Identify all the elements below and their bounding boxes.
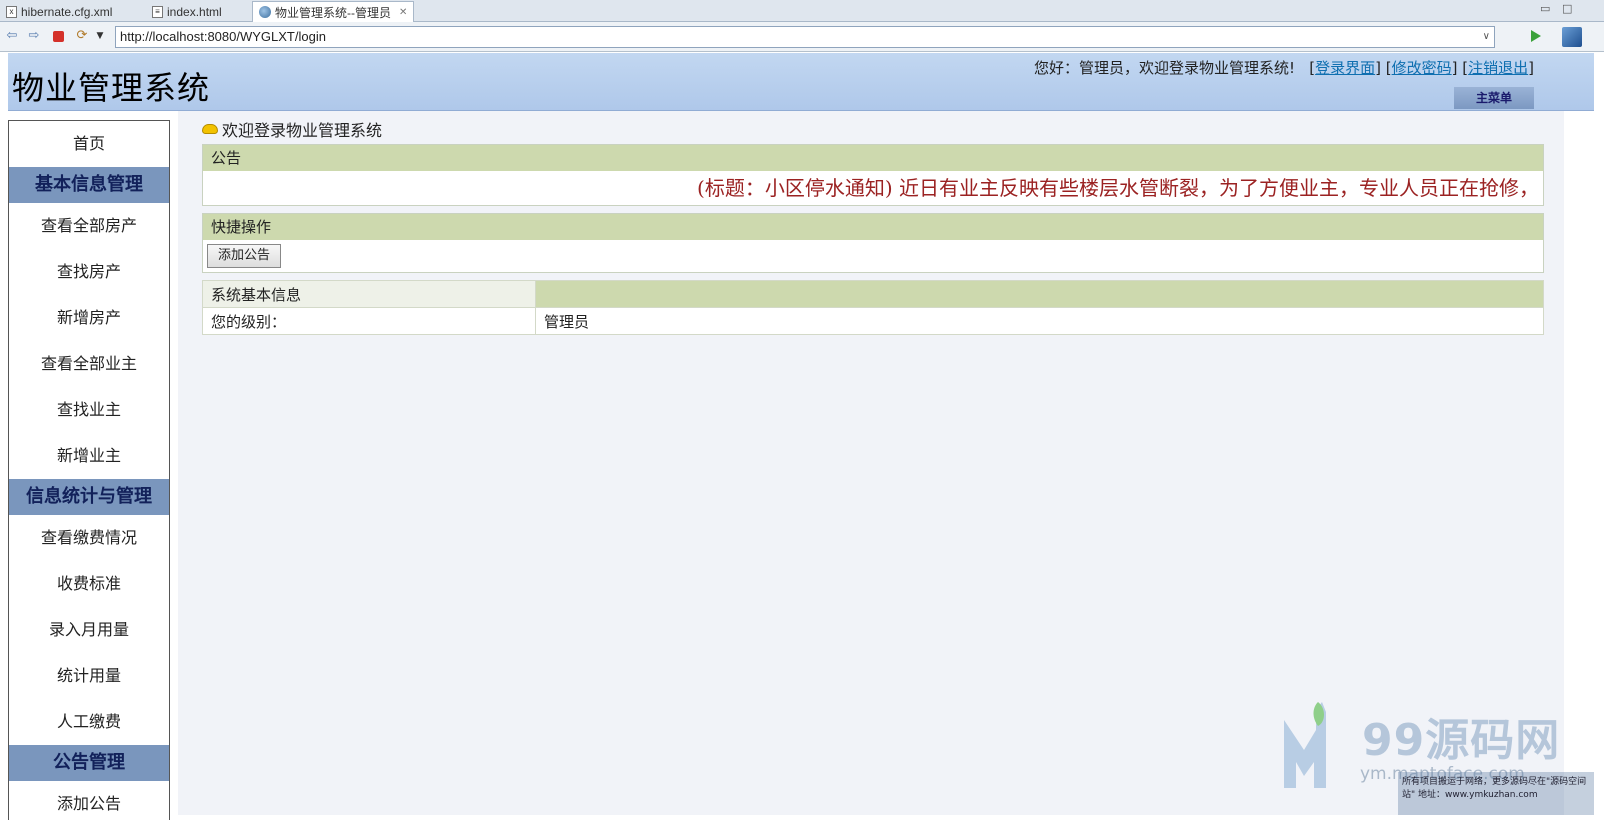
close-icon[interactable]: ✕ [399,7,407,18]
tab-browser-page[interactable]: 物业管理系统--管理员 ✕ [252,1,415,22]
notice-heading: 公告 [203,145,1543,171]
table-row: 您的级别： 管理员 [202,307,1544,335]
sidebar-section-basic-info: 基本信息管理 [9,167,169,203]
sidebar-item-add-property[interactable]: 新增房产 [9,295,169,341]
main-menu-tab[interactable]: 主菜单 [1454,87,1534,109]
sidebar-item-usage-stats[interactable]: 统计用量 [9,653,169,699]
sidebar-item-enter-monthly-usage[interactable]: 录入月用量 [9,607,169,653]
stop-icon[interactable] [53,31,64,42]
sidebar-item-add-notice[interactable]: 添加公告 [9,781,169,827]
system-info-table: 系统基本信息 您的级别： 管理员 [202,280,1544,335]
tab-hibernate-cfg[interactable]: x hibernate.cfg.xml [0,1,118,22]
quick-actions-heading: 快捷操作 [203,214,1543,240]
notice-panel: 公告 (标题：小区停水通知) 近日有业主反映有些楼层水管断裂，为了方便业主，专业… [202,144,1544,206]
level-value: 管理员 [535,307,1544,335]
sidebar-item-find-property[interactable]: 查找房产 [9,249,169,295]
sidebar-section-notices: 公告管理 [9,745,169,781]
page-header: 物业管理系统 您好：管理员，欢迎登录物业管理系统! [登录界面] [修改密码] … [8,53,1594,111]
forward-icon[interactable]: ⇨ [26,28,42,44]
lamp-icon [202,124,218,134]
sidebar-item-fee-standard[interactable]: 收费标准 [9,561,169,607]
minimize-icon[interactable]: ▭ [1540,2,1550,15]
quick-actions-body: 添加公告 [203,240,1543,272]
welcome-line: 欢迎登录物业管理系统 [202,117,382,141]
html-file-icon: ≡ [152,5,163,18]
add-notice-button[interactable]: 添加公告 [207,244,282,268]
go-icon[interactable] [1531,30,1541,42]
quick-actions-panel: 快捷操作 添加公告 [202,213,1544,273]
chevron-down-icon[interactable]: ∨ [1483,27,1490,47]
maximize-icon[interactable]: □ [1562,2,1572,15]
tab-label: index.html [167,4,222,19]
main-content: 欢迎登录物业管理系统 公告 (标题：小区停水通知) 近日有业主反映有些楼层水管断… [178,111,1564,815]
xml-file-icon: x [6,5,17,18]
table-cell [535,280,1544,308]
chevron-down-icon[interactable]: ▼ [92,28,108,44]
sidebar-item-home[interactable]: 首页 [9,121,169,167]
tab-index-html[interactable]: ≡ index.html [146,1,228,22]
sidebar-item-payment-status[interactable]: 查看缴费情况 [9,515,169,561]
change-password-link[interactable]: 修改密码 [1392,59,1452,77]
login-page-link[interactable]: 登录界面 [1315,59,1375,77]
system-info-panel: 系统基本信息 您的级别： 管理员 [202,280,1544,335]
sidebar-item-manual-payment[interactable]: 人工缴费 [9,699,169,745]
watermark-logo-icon [1284,702,1326,788]
url-input[interactable]: http://localhost:8080/WYGLXT/login ∨ [115,26,1495,48]
watermark-brand: 99源码网 [1362,715,1561,766]
tab-label: hibernate.cfg.xml [21,4,113,19]
refresh-icon[interactable]: ⟳ [74,28,90,44]
logout-link[interactable]: 注销退出 [1468,59,1528,77]
editor-tab-strip: x hibernate.cfg.xml ≡ index.html 物业管理系统-… [0,0,1604,22]
level-label: 您的级别： [202,307,536,335]
sidebar-item-all-owners[interactable]: 查看全部业主 [9,341,169,387]
welcome-text: 欢迎登录物业管理系统 [222,121,383,140]
browser-toolbar: ⇦ ⇨ ⟳ ▼ http://localhost:8080/WYGLXT/log… [0,22,1604,52]
sidebar-item-add-owner[interactable]: 新增业主 [9,433,169,479]
sidebar-item-all-properties[interactable]: 查看全部房产 [9,203,169,249]
notice-marquee[interactable]: (标题：小区停水通知) 近日有业主反映有些楼层水管断裂，为了方便业主，专业人员正… [203,171,1543,205]
sidebar: 首页 基本信息管理 查看全部房产 查找房产 新增房产 查看全部业主 查找业主 新… [8,120,170,820]
greeting-text: 您好：管理员，欢迎登录物业管理系统! [1033,59,1295,77]
greeting-bar: 您好：管理员，欢迎登录物业管理系统! [登录界面] [修改密码] [注销退出] [1033,59,1534,77]
globe-icon [259,6,271,18]
url-text: http://localhost:8080/WYGLXT/login [120,29,326,44]
system-info-heading: 系统基本信息 [202,280,536,308]
app-title: 物业管理系统 [12,69,211,107]
watermark-note: 所有项目搬运于网络，更多源码尽在"源码空间站" 地址：www.ymkuzhan.… [1398,772,1594,815]
back-icon[interactable]: ⇦ [4,28,20,44]
browser-extension-icon[interactable] [1562,27,1582,47]
tab-label: 物业管理系统--管理员 [275,5,391,20]
table-row: 系统基本信息 [202,280,1544,308]
sidebar-item-find-owner[interactable]: 查找业主 [9,387,169,433]
sidebar-section-statistics: 信息统计与管理 [9,479,169,515]
